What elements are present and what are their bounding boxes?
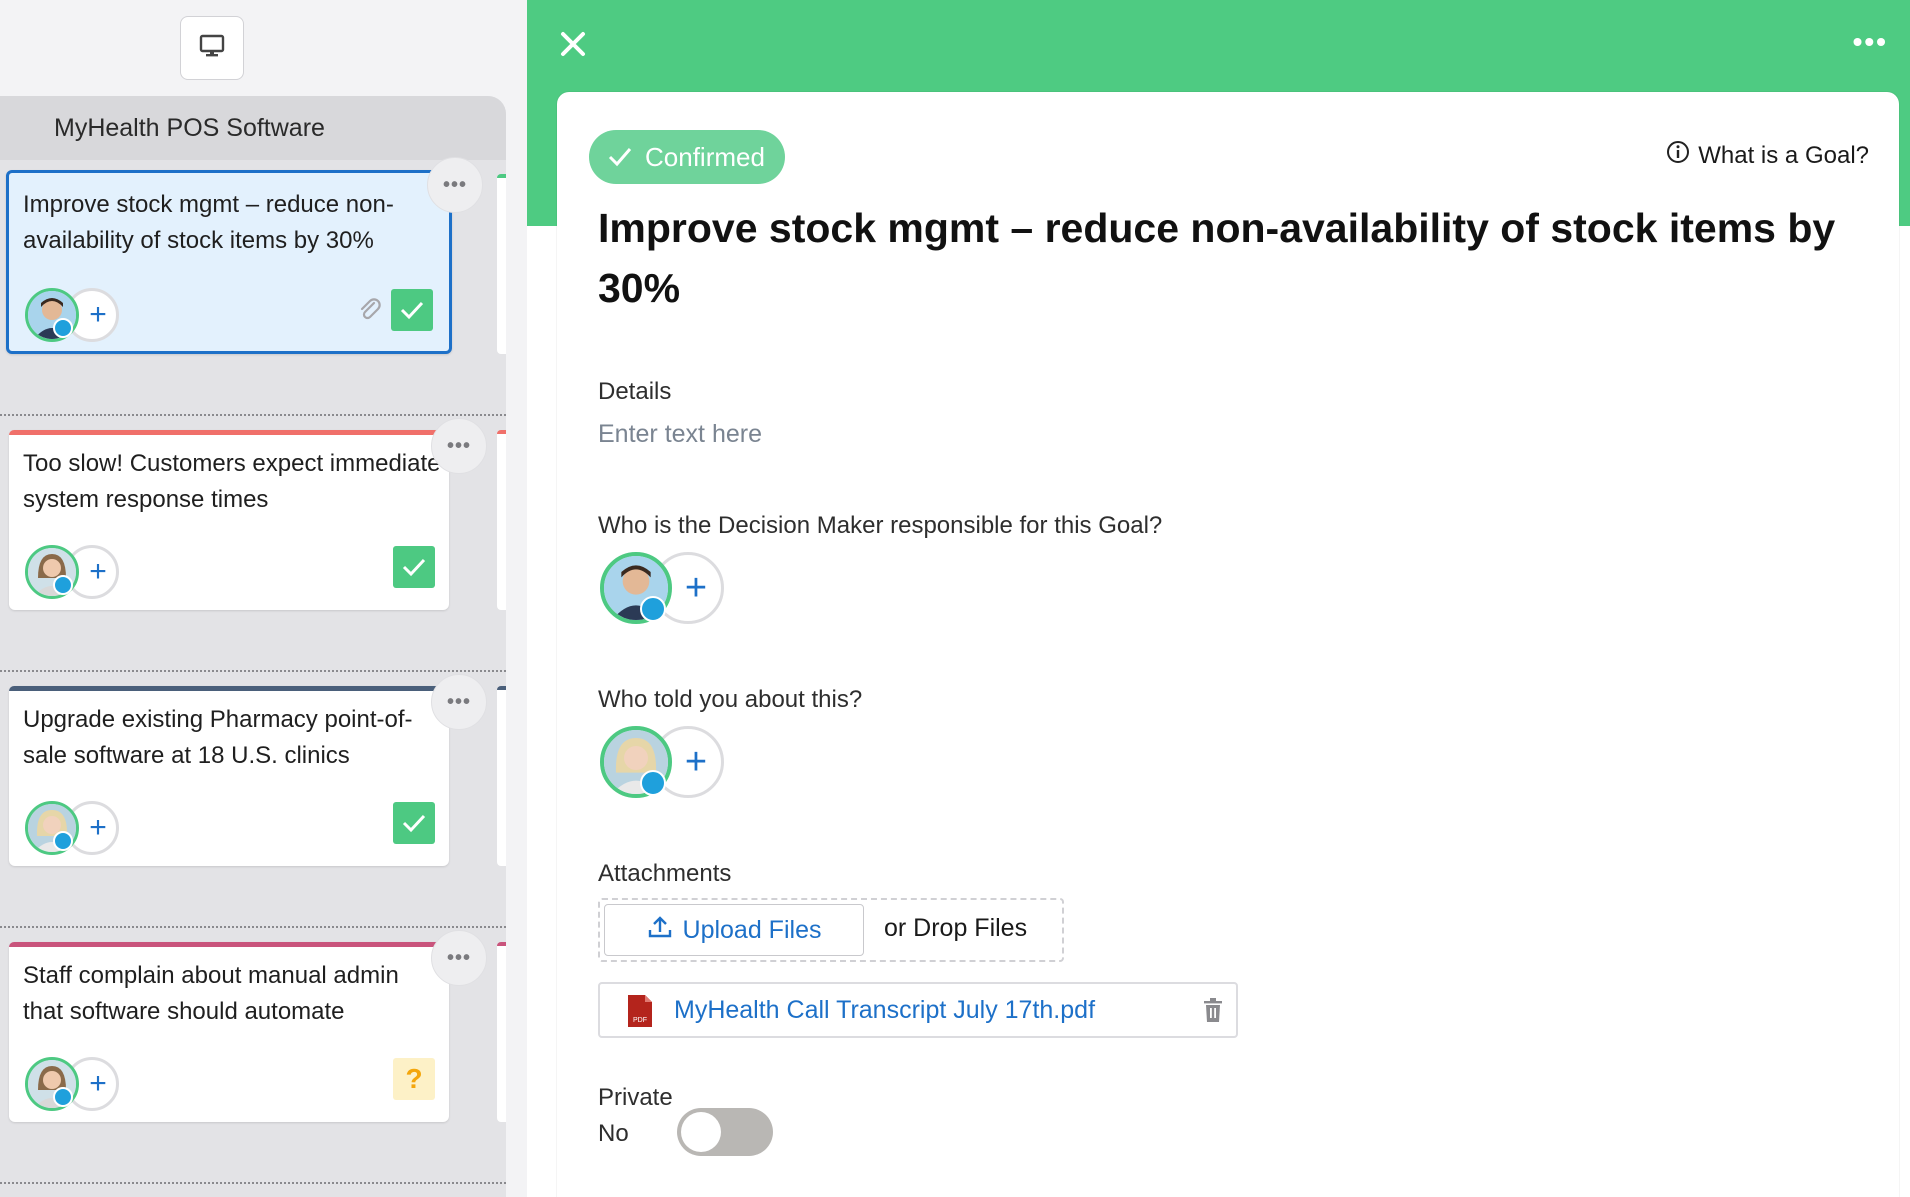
upload-label: Upload Files — [682, 915, 822, 944]
status-check-icon[interactable] — [393, 546, 435, 588]
goal-title[interactable]: Improve stock mgmt – reduce non-availabi… — [598, 198, 1858, 318]
close-button[interactable] — [553, 24, 593, 64]
attachments-label: Attachments — [598, 860, 732, 887]
card-color-bar — [9, 430, 449, 435]
card-title: Staff complain about manual admin that s… — [23, 962, 399, 1025]
card-title: Too slow! Customers expect immediate sys… — [23, 450, 441, 513]
status-label: Confirmed — [645, 141, 765, 172]
board-column-area: MyHealth POS Software Improve stock mgmt… — [0, 0, 527, 1197]
upload-files-button[interactable]: Upload Files — [604, 904, 864, 956]
decision-maker-contacts: + — [600, 552, 730, 626]
card-more-button[interactable]: ••• — [431, 930, 487, 986]
goal-card[interactable]: Upgrade existing Pharmacy point-of-sale … — [9, 674, 487, 866]
drop-files-label: or Drop Files — [884, 914, 1028, 942]
card-more-button[interactable]: ••• — [431, 418, 487, 474]
goal-detail-panel: ••• Confirmed What is a Goal? Improve st… — [527, 0, 1910, 1197]
card-contacts: + — [25, 1057, 125, 1113]
upload-icon — [647, 914, 673, 947]
trash-icon[interactable] — [1202, 997, 1224, 1028]
key-icon — [53, 831, 73, 851]
status-check-icon[interactable] — [393, 802, 435, 844]
card-lane: Staff complain about manual admin that s… — [0, 928, 506, 1184]
card-lane: Upgrade existing Pharmacy point-of-sale … — [0, 672, 506, 928]
key-icon — [53, 1087, 73, 1107]
file-dropzone[interactable]: Upload Files or Drop Files — [598, 898, 1064, 962]
card-more-button[interactable]: ••• — [431, 674, 487, 730]
card-contacts: + — [25, 801, 125, 857]
card-color-bar — [9, 686, 449, 691]
status-question-icon[interactable]: ? — [393, 1058, 435, 1100]
key-icon — [640, 770, 666, 796]
what-is-goal-link[interactable]: What is a Goal? — [1666, 140, 1869, 171]
card-more-button[interactable]: ••• — [427, 157, 483, 213]
card-title: Upgrade existing Pharmacy point-of-sale … — [23, 706, 413, 769]
card-lane: Improve stock mgmt – reduce non-availabi… — [0, 157, 506, 416]
card-contacts: + — [25, 288, 125, 344]
told-by-label: Who told you about this? — [598, 686, 863, 713]
toggle-knob — [681, 1112, 721, 1152]
check-icon — [608, 148, 632, 167]
key-icon — [53, 575, 73, 595]
status-check-icon[interactable] — [391, 289, 433, 331]
goal-card[interactable]: Staff complain about manual admin that s… — [9, 930, 487, 1122]
column-title: MyHealth POS Software — [0, 96, 506, 160]
private-value: No — [598, 1120, 629, 1147]
close-icon — [553, 32, 593, 68]
adjacent-card-edge — [497, 174, 506, 354]
adjacent-card-edge — [497, 942, 506, 1122]
attachment-row[interactable]: PDF MyHealth Call Transcript July 17th.p… — [598, 982, 1238, 1038]
private-label: Private — [598, 1084, 673, 1111]
what-is-goal-label: What is a Goal? — [1698, 141, 1869, 169]
goal-card-selected[interactable]: Improve stock mgmt – reduce non-availabi… — [6, 157, 483, 354]
adjacent-card-edge — [497, 430, 506, 610]
card-color-bar — [9, 942, 449, 947]
details-label: Details — [598, 378, 672, 405]
card-contacts: + — [25, 545, 125, 601]
decision-maker-label: Who is the Decision Maker responsible fo… — [598, 512, 1163, 539]
adjacent-card-edge — [497, 686, 506, 866]
goal-sheet: Confirmed What is a Goal? Improve stock … — [557, 92, 1899, 1197]
pdf-file-icon: PDF — [626, 994, 654, 1028]
card-title: Improve stock mgmt – reduce non-availabi… — [23, 191, 394, 254]
goal-card[interactable]: Too slow! Customers expect immediate sys… — [9, 418, 487, 610]
panel-more-button[interactable]: ••• — [1853, 26, 1888, 58]
details-input[interactable]: Enter text here — [598, 420, 762, 449]
key-icon — [640, 596, 666, 622]
private-toggle[interactable] — [677, 1108, 773, 1156]
monitor-icon — [199, 34, 225, 63]
told-by-contacts: + — [600, 726, 730, 800]
attachment-file-name[interactable]: MyHealth Call Transcript July 17th.pdf — [674, 996, 1095, 1025]
present-mode-button[interactable] — [180, 16, 244, 80]
attachment-icon — [357, 297, 383, 328]
svg-text:PDF: PDF — [633, 1017, 647, 1024]
key-icon — [53, 318, 73, 338]
status-badge[interactable]: Confirmed — [589, 130, 785, 184]
info-icon — [1666, 140, 1690, 171]
board-column: MyHealth POS Software Improve stock mgmt… — [0, 96, 506, 1197]
card-lane: Too slow! Customers expect immediate sys… — [0, 416, 506, 672]
